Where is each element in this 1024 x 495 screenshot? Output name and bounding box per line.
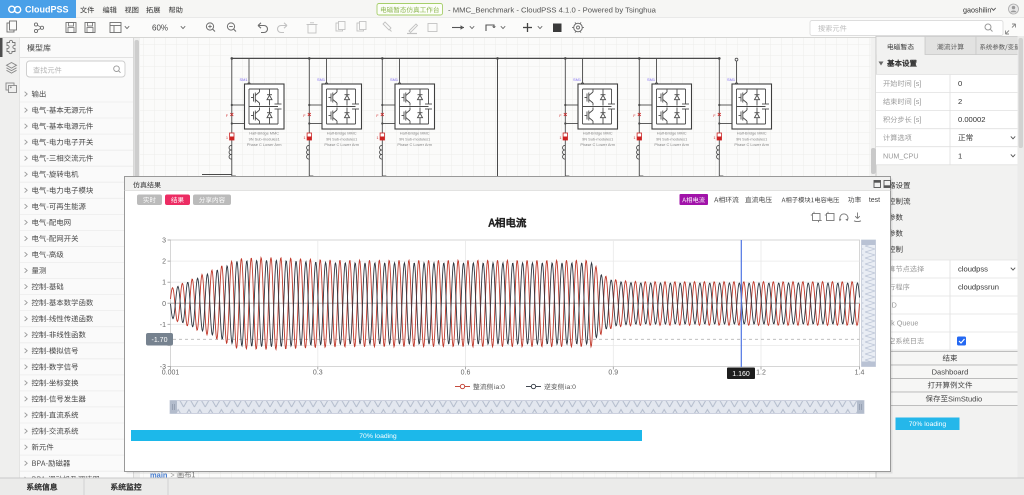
svg-text:[s]: [s] xyxy=(914,97,922,106)
svg-text:ia:0: ia:0 xyxy=(494,384,505,391)
svg-text:-1.70: -1.70 xyxy=(152,337,168,344)
svg-text:gaoshilin: gaoshilin xyxy=(963,5,991,14)
svg-text:0.00002: 0.00002 xyxy=(958,115,985,124)
svg-text:0.3: 0.3 xyxy=(313,370,323,377)
svg-text:-1: -1 xyxy=(160,322,166,329)
svg-text:Dashboard: Dashboard xyxy=(932,367,969,376)
svg-text:1: 1 xyxy=(162,280,166,287)
svg-text:cloudpss: cloudpss xyxy=(958,265,988,274)
svg-text:70% loading: 70% loading xyxy=(359,433,397,440)
svg-text:1: 1 xyxy=(958,151,962,160)
svg-text:60%: 60% xyxy=(152,24,168,33)
svg-text:70% loading: 70% loading xyxy=(909,421,947,428)
svg-text:CloudPSS: CloudPSS xyxy=(25,5,69,15)
svg-text:ia:0: ia:0 xyxy=(565,384,576,391)
svg-text:SimStudio: SimStudio xyxy=(948,394,982,403)
svg-text:NUM_CPU: NUM_CPU xyxy=(883,151,919,160)
svg-text:[s]: [s] xyxy=(914,79,922,88)
svg-text:0: 0 xyxy=(162,301,166,308)
svg-text:0.9: 0.9 xyxy=(608,370,618,377)
svg-text:test: test xyxy=(869,197,880,204)
svg-text:2: 2 xyxy=(162,259,166,266)
svg-text:- MMC_Benchmark - CloudPSS: - MMC_Benchmark - CloudPSS 4.1.0 - Power… xyxy=(448,5,657,14)
svg-text:1.4: 1.4 xyxy=(855,370,865,377)
svg-text:3: 3 xyxy=(162,238,166,245)
svg-text:1.160: 1.160 xyxy=(732,371,750,378)
svg-text:0.001: 0.001 xyxy=(162,370,180,377)
svg-text:0: 0 xyxy=(958,79,962,88)
svg-text:1.2: 1.2 xyxy=(756,370,766,377)
svg-text:2: 2 xyxy=(958,97,962,106)
svg-text:[s]: [s] xyxy=(914,115,922,124)
svg-text:0.6: 0.6 xyxy=(461,370,471,377)
svg-text:cloudpssrun: cloudpssrun xyxy=(958,283,999,292)
